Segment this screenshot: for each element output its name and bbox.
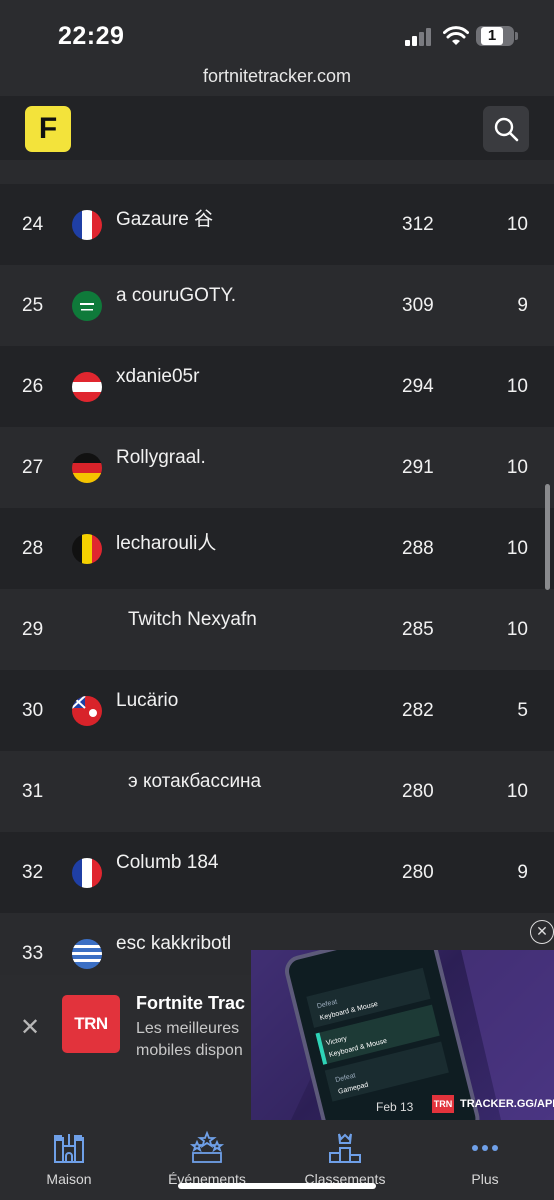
stars-icon: [189, 1130, 225, 1163]
castle-icon: [54, 1134, 84, 1163]
tab-maison[interactable]: Maison: [0, 1120, 138, 1200]
signal-icon: [405, 28, 431, 46]
banner-subtitle: Les meilleures mobiles dispon: [136, 1018, 243, 1062]
search-button[interactable]: [483, 106, 529, 152]
player-name[interactable]: Columb 184: [116, 852, 218, 874]
row-rank: 24: [22, 214, 44, 235]
site-header: F: [0, 96, 554, 160]
ad-footer: TRN TRACKER.GG/APPS: [432, 1095, 554, 1113]
row-wins: 10: [506, 214, 528, 235]
row-rank: 29: [22, 619, 44, 640]
player-name[interactable]: Lucärio: [116, 690, 178, 712]
player-name[interactable]: Twitch Nexyafn: [128, 609, 257, 631]
row-rank: 25: [22, 295, 44, 316]
row-rank: 31: [22, 781, 44, 802]
player-name[interactable]: э котакбассина: [128, 771, 261, 793]
url-bar[interactable]: fortnitetracker.com: [0, 62, 554, 96]
leaderboard-row[interactable]: 32 Columb 184 280 9: [0, 832, 554, 913]
row-wins: 9: [517, 295, 528, 316]
row-wins: 5: [517, 700, 528, 721]
player-name[interactable]: xdanie05r: [116, 366, 199, 388]
row-rank: 27: [22, 457, 44, 478]
player-name[interactable]: Rollygraal.: [116, 447, 206, 469]
country-flag-icon: [72, 939, 102, 969]
status-bar: 22:29 1: [0, 0, 554, 62]
leaderboard-row[interactable]: 25 a couruGOTY. 309 9: [0, 265, 554, 346]
ad-url: TRACKER.GG/APPS: [460, 1098, 554, 1110]
country-flag-icon: [72, 372, 102, 402]
row-wins: 10: [506, 781, 528, 802]
home-indicator: [178, 1183, 376, 1189]
battery-icon: 1: [476, 26, 518, 46]
row-rank: 28: [22, 538, 44, 559]
leaderboard-row[interactable]: 30 Lucärio 282 5: [0, 670, 554, 751]
player-name[interactable]: esc kakkribotl: [116, 933, 231, 955]
fortnite-tracker-logo[interactable]: F: [25, 106, 71, 152]
row-score: 280: [402, 862, 434, 883]
status-time: 22:29: [58, 22, 125, 50]
row-wins: 10: [506, 619, 528, 640]
row-score: 309: [402, 295, 434, 316]
row-rank: 33: [22, 943, 44, 964]
player-name[interactable]: lecharouli人: [116, 528, 216, 555]
trn-app-icon: TRN: [62, 995, 120, 1053]
banner-close-button[interactable]: ✕: [20, 1013, 40, 1042]
logo-letter: F: [38, 112, 58, 145]
country-flag-icon: [72, 696, 102, 726]
row-score: 312: [402, 214, 434, 235]
leaderboard-row[interactable]: 24 Gazaure 谷 312 10: [0, 184, 554, 265]
battery-level: 1: [481, 27, 503, 45]
tab-label-plus: Plus: [471, 1171, 499, 1187]
banner-title: Fortnite Trac: [136, 993, 246, 1013]
country-flag-icon: [72, 453, 102, 483]
row-wins: 10: [506, 538, 528, 559]
row-wins: 9: [517, 862, 528, 883]
country-flag-icon: [72, 534, 102, 564]
search-icon: [494, 117, 519, 142]
trn-badge: TRN: [432, 1095, 454, 1113]
country-flag-icon: [72, 291, 102, 321]
leaderboard-row[interactable]: 29 Twitch Nexyafn 285 10: [0, 589, 554, 670]
wifi-icon: [443, 26, 469, 45]
tab-label-maison: Maison: [46, 1171, 92, 1187]
row-score: 285: [402, 619, 434, 640]
more-icon: [472, 1145, 498, 1151]
row-score: 288: [402, 538, 434, 559]
ad-image[interactable]: Defeat Keyboard & Mouse Victory Keyboard…: [251, 950, 554, 1120]
leaderboard-row[interactable]: 27 Rollygraal. 291 10: [0, 427, 554, 508]
row-rank: 30: [22, 700, 44, 721]
leaderboard-row[interactable]: 31 э котакбассина 280 10: [0, 751, 554, 832]
country-flag-icon: [72, 858, 102, 888]
row-wins: 10: [506, 457, 528, 478]
row-score: 280: [402, 781, 434, 802]
row-wins: 10: [506, 376, 528, 397]
row-score: 282: [402, 700, 434, 721]
banner-subtitle-line1: Les meilleures: [136, 1020, 240, 1037]
leaderboard-row[interactable]: 26 xdanie05r 294 10: [0, 346, 554, 427]
player-name[interactable]: a couruGOTY.: [116, 285, 236, 307]
row-score: 291: [402, 457, 434, 478]
row-score: 294: [402, 376, 434, 397]
player-name[interactable]: Gazaure 谷: [116, 204, 213, 231]
row-rank: 32: [22, 862, 44, 883]
banner-subtitle-line2: mobiles dispon: [136, 1042, 243, 1059]
leaderboard-row[interactable]: 28 lecharouli人 288 10: [0, 508, 554, 589]
ad-date: Feb 13: [376, 1100, 414, 1114]
tab-plus[interactable]: Plus: [416, 1120, 554, 1200]
page-scrollbar[interactable]: [545, 484, 550, 590]
row-rank: 26: [22, 376, 44, 397]
country-flag-icon: [72, 210, 102, 240]
ad-close-button[interactable]: ✕: [530, 920, 554, 944]
podium-icon: [329, 1133, 361, 1163]
